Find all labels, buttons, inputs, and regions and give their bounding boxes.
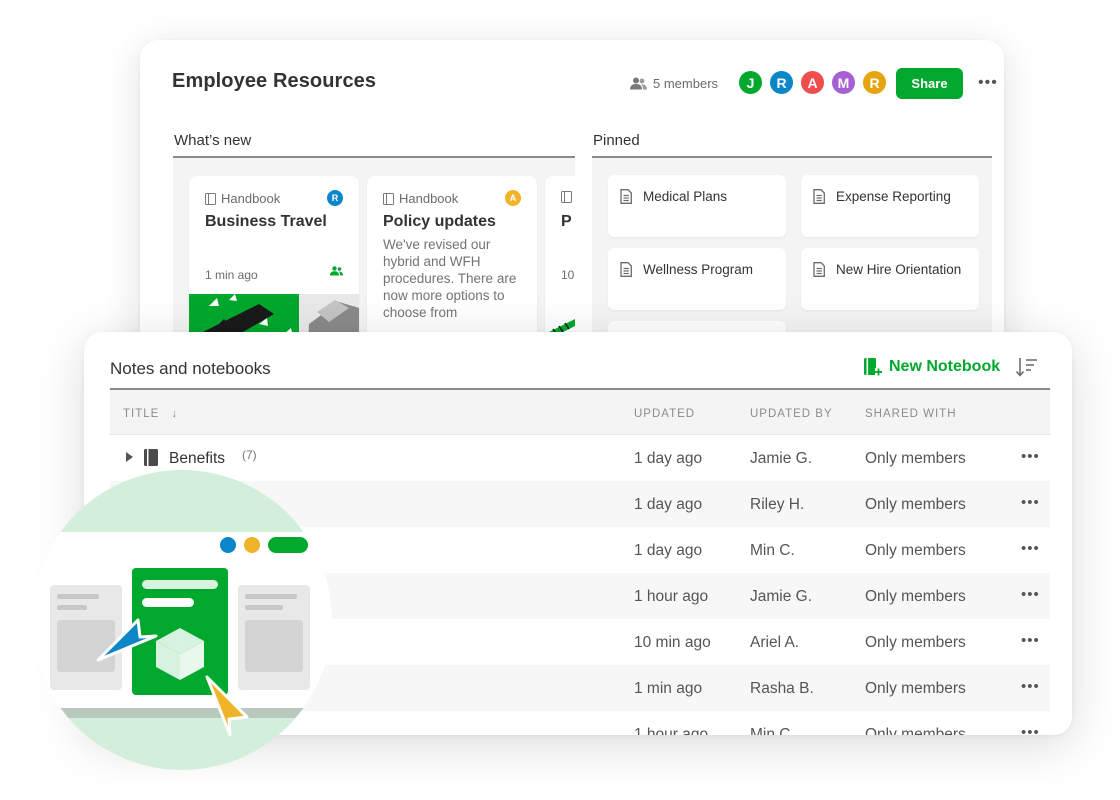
shared-with-cell: Only members — [865, 726, 966, 735]
arrow-down-icon: ↓ — [171, 408, 179, 420]
card-title: Policy updates — [383, 213, 496, 230]
avatar[interactable]: R — [861, 69, 888, 96]
more-horizontal-icon[interactable]: ••• — [1021, 586, 1040, 603]
more-horizontal-icon[interactable]: ••• — [1021, 540, 1040, 557]
pinned-item-expense-reporting[interactable]: Expense Reporting — [801, 175, 979, 237]
workspace-panel: Employee Resources 5 members J R A M R S… — [140, 40, 1004, 380]
card-time: 1 min ago — [205, 268, 258, 282]
new-notebook-icon — [864, 358, 882, 376]
user-badge: R — [327, 190, 343, 206]
note-icon — [813, 262, 825, 277]
shared-with-cell: Only members — [865, 588, 966, 605]
share-button[interactable]: Share — [896, 68, 963, 99]
whats-new-heading: What’s new — [174, 132, 252, 149]
pinned-item-label: Medical Plans — [643, 189, 728, 204]
members-label: 5 members — [653, 76, 719, 91]
updated-cell: 10 min ago — [634, 634, 711, 651]
sort-icon[interactable] — [1016, 357, 1038, 377]
shared-with-cell: Only members — [865, 450, 966, 467]
updated-by-cell: Min C. — [750, 726, 795, 735]
more-horizontal-icon[interactable]: ••• — [1021, 632, 1040, 649]
column-title-label: TITLE — [123, 408, 160, 420]
updated-by-cell: Rasha B. — [750, 680, 814, 697]
card-type: Handbook — [383, 191, 458, 206]
updated-cell: 1 day ago — [634, 542, 703, 559]
pinned-heading: Pinned — [593, 132, 640, 149]
section-title: Notes and notebooks — [110, 359, 271, 378]
pinned-item-medical-plans[interactable]: Medical Plans — [608, 175, 786, 237]
notebook-icon — [383, 192, 394, 205]
more-horizontal-icon[interactable]: ••• — [1021, 724, 1040, 735]
app-window-illustration — [32, 532, 332, 737]
more-horizontal-icon[interactable]: ••• — [1021, 448, 1040, 465]
expand-caret-icon[interactable] — [126, 452, 133, 462]
new-notebook-label: New Notebook — [889, 358, 1001, 375]
column-updated-by[interactable]: UPDATED BY — [750, 408, 833, 420]
more-horizontal-icon[interactable]: ••• — [1021, 494, 1040, 511]
column-updated[interactable]: UPDATED — [634, 408, 695, 420]
new-notebook-button[interactable]: New Notebook — [863, 357, 1000, 377]
shared-with-cell: Only members — [865, 634, 966, 651]
updated-by-cell: Ariel A. — [750, 634, 800, 651]
avatar[interactable]: J — [737, 69, 764, 96]
more-horizontal-icon[interactable]: ••• — [1021, 678, 1040, 695]
card-type-label: Handbook — [399, 191, 459, 206]
card-type: Handbook — [205, 191, 280, 206]
shared-with-cell: Only members — [865, 542, 966, 559]
updated-cell: 1 day ago — [634, 496, 703, 513]
card-type-label: Handbook — [221, 191, 281, 206]
column-title[interactable]: TITLE ↓ — [123, 408, 178, 420]
workspace-title: Employee Resources — [172, 70, 377, 92]
pinned-item-new-hire-orientation[interactable]: New Hire Orientation — [801, 248, 979, 310]
note-icon — [620, 189, 632, 204]
card-title: P — [561, 213, 572, 230]
note-icon — [813, 189, 825, 204]
shared-people-icon — [330, 266, 343, 276]
avatar[interactable]: A — [799, 69, 826, 96]
updated-cell: 1 hour ago — [634, 588, 709, 605]
table-row[interactable]: Benefits (7) 1 day ago Jamie G. Only mem… — [110, 435, 1050, 481]
more-horizontal-icon[interactable]: ••• — [978, 74, 998, 92]
collaboration-illustration — [32, 470, 332, 770]
card-preview-text: We've revised our hybrid and WFH procedu… — [383, 237, 517, 320]
pinned-item-label: Expense Reporting — [836, 189, 951, 204]
notebook-icon — [205, 192, 216, 205]
updated-by-cell: Riley H. — [750, 496, 805, 513]
shared-with-cell: Only members — [865, 496, 966, 513]
pinned-item-wellness-program[interactable]: Wellness Program — [608, 248, 786, 310]
updated-by-cell: Jamie G. — [750, 588, 813, 605]
card-title: Business Travel — [205, 213, 327, 230]
pinned-item-label: New Hire Orientation — [836, 262, 962, 277]
avatar[interactable]: M — [830, 69, 857, 96]
people-icon — [630, 77, 647, 90]
notebook-name: Benefits — [169, 450, 226, 467]
notebook-icon — [144, 449, 158, 466]
note-count: (7) — [242, 448, 257, 462]
user-badge: A — [505, 190, 521, 206]
note-icon — [620, 262, 632, 277]
updated-cell: 1 day ago — [634, 450, 703, 467]
updated-by-cell: Min C. — [750, 542, 795, 559]
table-header: TITLE ↓ UPDATED UPDATED BY SHARED WITH — [110, 390, 1050, 435]
pinned-item-label: Wellness Program — [643, 262, 754, 277]
card-type — [561, 191, 572, 203]
column-shared-with[interactable]: SHARED WITH — [865, 408, 957, 420]
card-time: 10 — [561, 268, 575, 282]
avatar[interactable]: R — [768, 69, 795, 96]
updated-cell: 1 min ago — [634, 680, 703, 697]
members-count[interactable]: 5 members — [630, 76, 718, 91]
shared-with-cell: Only members — [865, 680, 966, 697]
member-avatars[interactable]: J R A M R — [737, 69, 888, 96]
notebook-icon — [561, 191, 572, 203]
updated-cell: 1 hour ago — [634, 726, 709, 735]
updated-by-cell: Jamie G. — [750, 450, 813, 467]
